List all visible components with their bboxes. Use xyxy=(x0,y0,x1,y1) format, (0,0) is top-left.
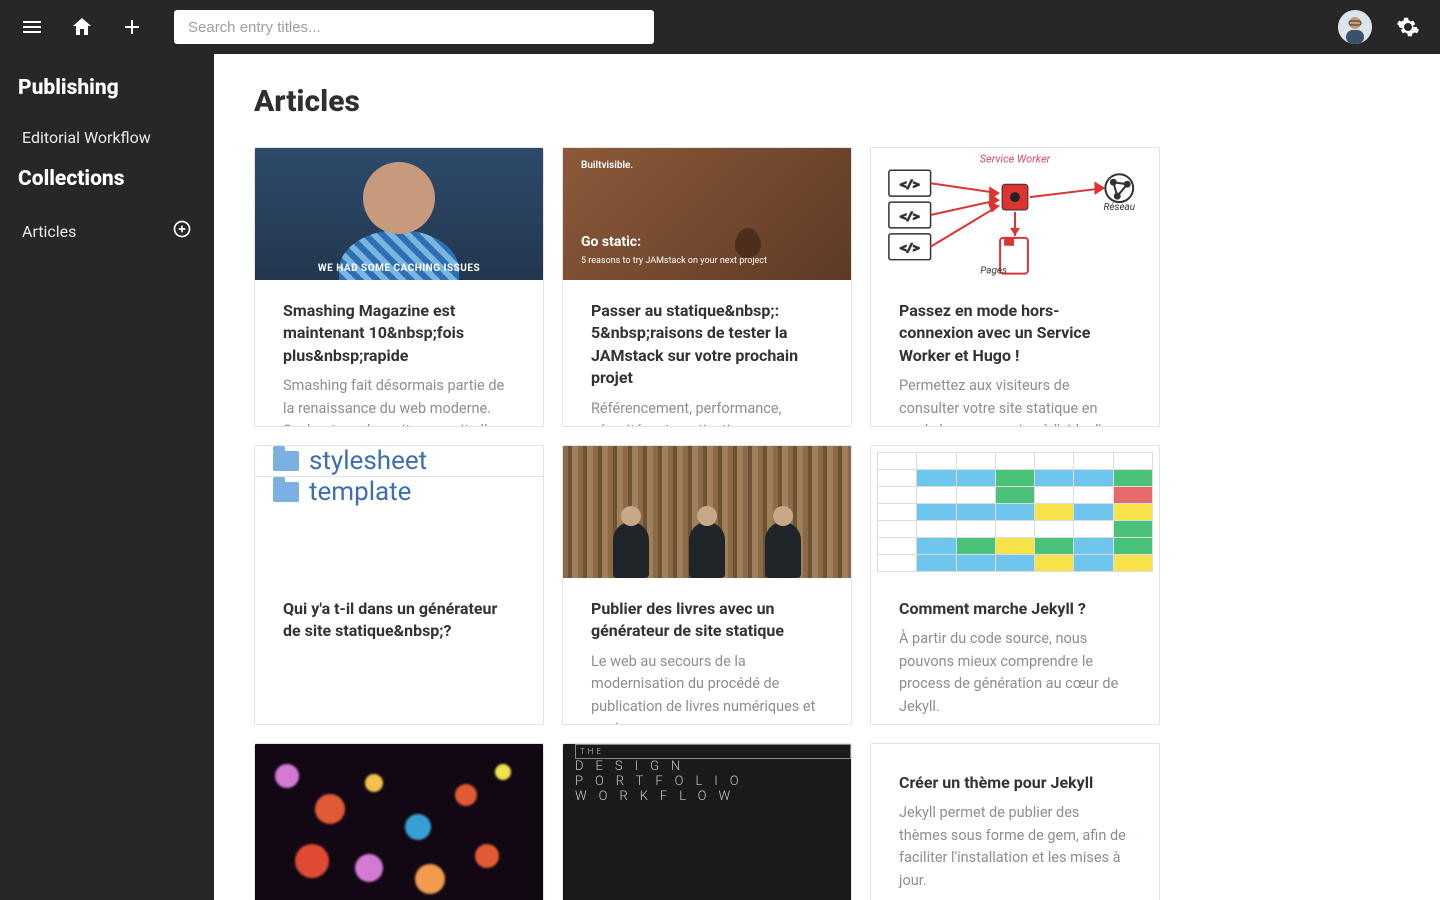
article-card[interactable]: Créer un thème pour Jekyll Jekyll permet… xyxy=(870,743,1160,900)
topbar xyxy=(0,0,1440,54)
card-thumbnail: stylesheet template xyxy=(255,446,543,578)
card-title: Passer au statique&nbsp;: 5&nbsp;raisons… xyxy=(591,300,823,390)
plus-circle-icon[interactable] xyxy=(172,219,192,243)
card-title: Créer un thème pour Jekyll xyxy=(899,772,1131,794)
article-card[interactable]: Service Worker </> </> </> xyxy=(870,147,1160,427)
article-card[interactable]: THE DESIGN PORTFOLIO WORKFLOW xyxy=(562,743,852,900)
menu-icon[interactable] xyxy=(18,13,46,41)
article-card[interactable]: Comment marche Jekyll ? À partir du code… xyxy=(870,445,1160,725)
search-input[interactable] xyxy=(174,10,654,44)
svg-text:</>: </> xyxy=(900,242,920,255)
card-description: À partir du code source, nous pouvons mi… xyxy=(899,628,1131,718)
card-title: Smashing Magazine est maintenant 10&nbsp… xyxy=(283,300,515,367)
sidebar-item-label: Articles xyxy=(22,222,76,241)
card-description: Référencement, performance, sécurité, au… xyxy=(591,398,823,426)
card-description: Smashing fait désormais partie de la ren… xyxy=(283,375,515,426)
sidebar-item-label: Editorial Workflow xyxy=(22,128,151,147)
article-card[interactable]: Smashing Magazine est maintenant 10&nbsp… xyxy=(254,147,544,427)
article-card[interactable]: stylesheet template Qui y'a t-il dans un… xyxy=(254,445,544,725)
sidebar-heading-publishing: Publishing xyxy=(18,76,196,100)
card-title: Qui y'a t-il dans un générateur de site … xyxy=(283,598,515,643)
article-card[interactable]: Builtvisible. Go static: 5 reasons to tr… xyxy=(562,147,852,427)
article-card[interactable] xyxy=(254,743,544,900)
card-thumbnail xyxy=(563,446,851,578)
card-title: Comment marche Jekyll ? xyxy=(899,598,1131,620)
card-description: Jekyll permet de publier des thèmes sous… xyxy=(899,802,1131,892)
card-title: Publier des livres avec un générateur de… xyxy=(591,598,823,643)
card-title: Passez en mode hors-connexion avec un Se… xyxy=(899,300,1131,367)
sidebar-item-articles[interactable]: Articles xyxy=(18,209,196,253)
svg-text:Service Worker: Service Worker xyxy=(980,152,1051,165)
add-icon[interactable] xyxy=(118,13,146,41)
folder-icon xyxy=(273,451,299,471)
sidebar-item-editorial-workflow[interactable]: Editorial Workflow xyxy=(18,118,196,157)
card-thumbnail xyxy=(255,744,543,900)
svg-text:Réseau: Réseau xyxy=(1103,202,1135,213)
article-card[interactable]: Publier des livres avec un générateur de… xyxy=(562,445,852,725)
folder-icon xyxy=(273,482,299,502)
svg-text:</>: </> xyxy=(900,210,920,223)
sidebar: Publishing Editorial Workflow Collection… xyxy=(0,54,214,900)
avatar[interactable] xyxy=(1338,10,1372,44)
card-description: Permettez aux visiteurs de consulter vot… xyxy=(899,375,1131,426)
card-thumbnail: Service Worker </> </> </> xyxy=(871,148,1159,280)
card-thumbnail: Builtvisible. Go static: 5 reasons to tr… xyxy=(563,148,851,280)
card-thumbnail xyxy=(871,446,1159,578)
main-content: Articles Smashing Magazine est maintenan… xyxy=(214,54,1440,900)
page-title: Articles xyxy=(254,84,1400,119)
card-description: Le web au secours de la modernisation du… xyxy=(591,651,823,724)
card-thumbnail xyxy=(255,148,543,280)
sidebar-heading-collections: Collections xyxy=(18,167,196,191)
article-grid: Smashing Magazine est maintenant 10&nbsp… xyxy=(254,147,1400,900)
card-thumbnail: THE DESIGN PORTFOLIO WORKFLOW xyxy=(563,744,851,900)
svg-text:Pages: Pages xyxy=(980,266,1007,277)
home-icon[interactable] xyxy=(68,13,96,41)
svg-text:</>: </> xyxy=(900,178,920,191)
gear-icon[interactable] xyxy=(1394,13,1422,41)
